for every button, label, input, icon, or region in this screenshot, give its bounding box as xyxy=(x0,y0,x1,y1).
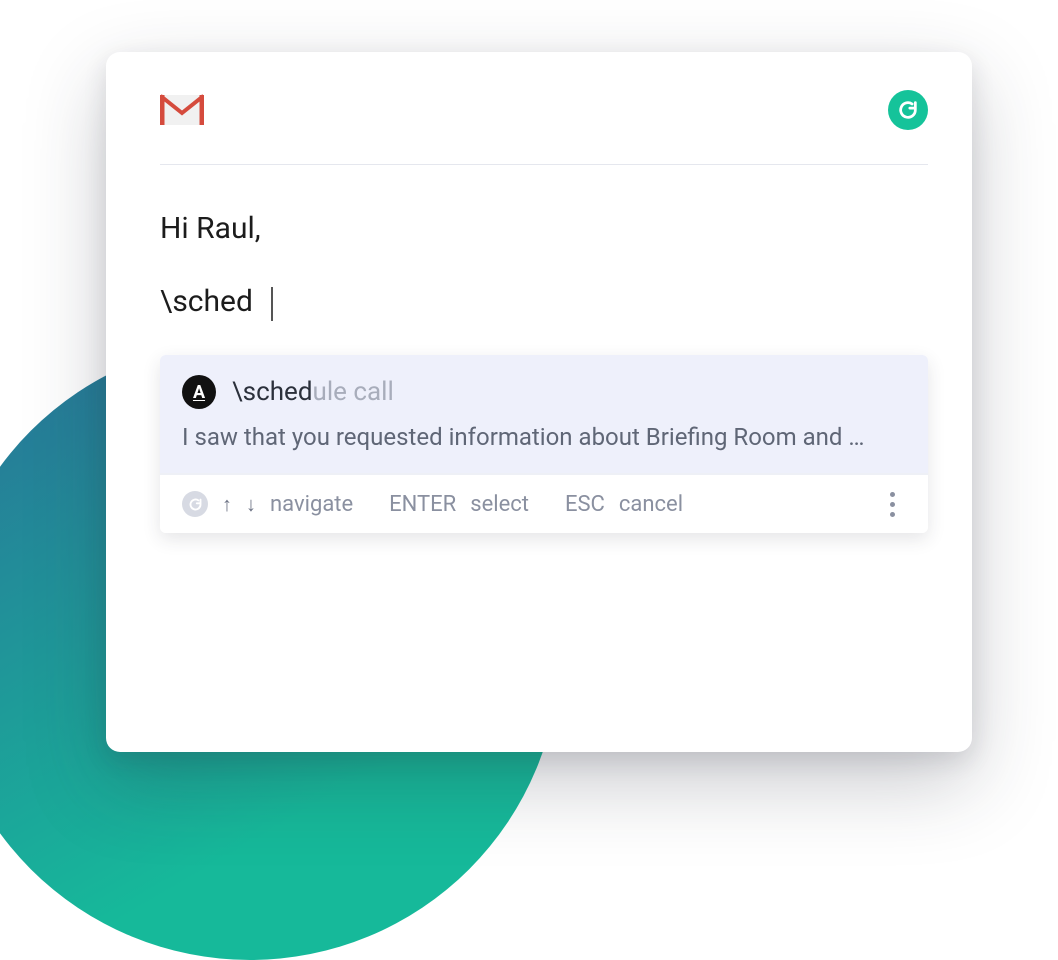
snippet-icon-letter: A xyxy=(193,382,205,403)
hint-enter-key: ENTER xyxy=(389,492,456,517)
typed-text: \sched xyxy=(160,282,253,321)
gmail-icon xyxy=(160,93,204,127)
compose-card: Hi Raul, \sched A \schedule call I saw t… xyxy=(106,52,972,752)
grammarly-icon[interactable] xyxy=(888,90,928,130)
hint-esc-key: ESC xyxy=(565,492,605,517)
snippet-type-icon: A xyxy=(182,375,216,409)
grammarly-small-icon xyxy=(182,491,208,517)
arrow-up-icon: ↑ xyxy=(222,492,232,517)
suggestion-item[interactable]: A \schedule call I saw that you requeste… xyxy=(160,355,928,473)
greeting-text: Hi Raul, xyxy=(160,209,261,248)
suggestion-title-row: A \schedule call xyxy=(182,375,906,409)
email-body[interactable]: Hi Raul, \sched A \schedule call I saw t… xyxy=(160,165,928,533)
arrow-down-icon: ↓ xyxy=(246,492,256,517)
greeting-line: Hi Raul, xyxy=(160,209,928,248)
hint-enter-action: select xyxy=(470,492,529,517)
hint-bar: ↑ ↓ navigate ENTER select ESC cancel xyxy=(160,473,928,533)
hint-navigate: navigate xyxy=(270,492,353,517)
suggestion-rest: ule call xyxy=(312,377,393,407)
more-options-icon[interactable] xyxy=(878,492,906,517)
suggestion-panel: A \schedule call I saw that you requeste… xyxy=(160,355,928,533)
typed-line: \sched xyxy=(160,282,928,321)
suggestion-typed: \sched xyxy=(232,377,312,407)
suggestion-command: \schedule call xyxy=(232,377,394,407)
hint-esc-action: cancel xyxy=(619,492,683,517)
suggestion-preview: I saw that you requested information abo… xyxy=(182,423,906,451)
card-header xyxy=(160,90,928,165)
text-cursor xyxy=(271,287,273,321)
